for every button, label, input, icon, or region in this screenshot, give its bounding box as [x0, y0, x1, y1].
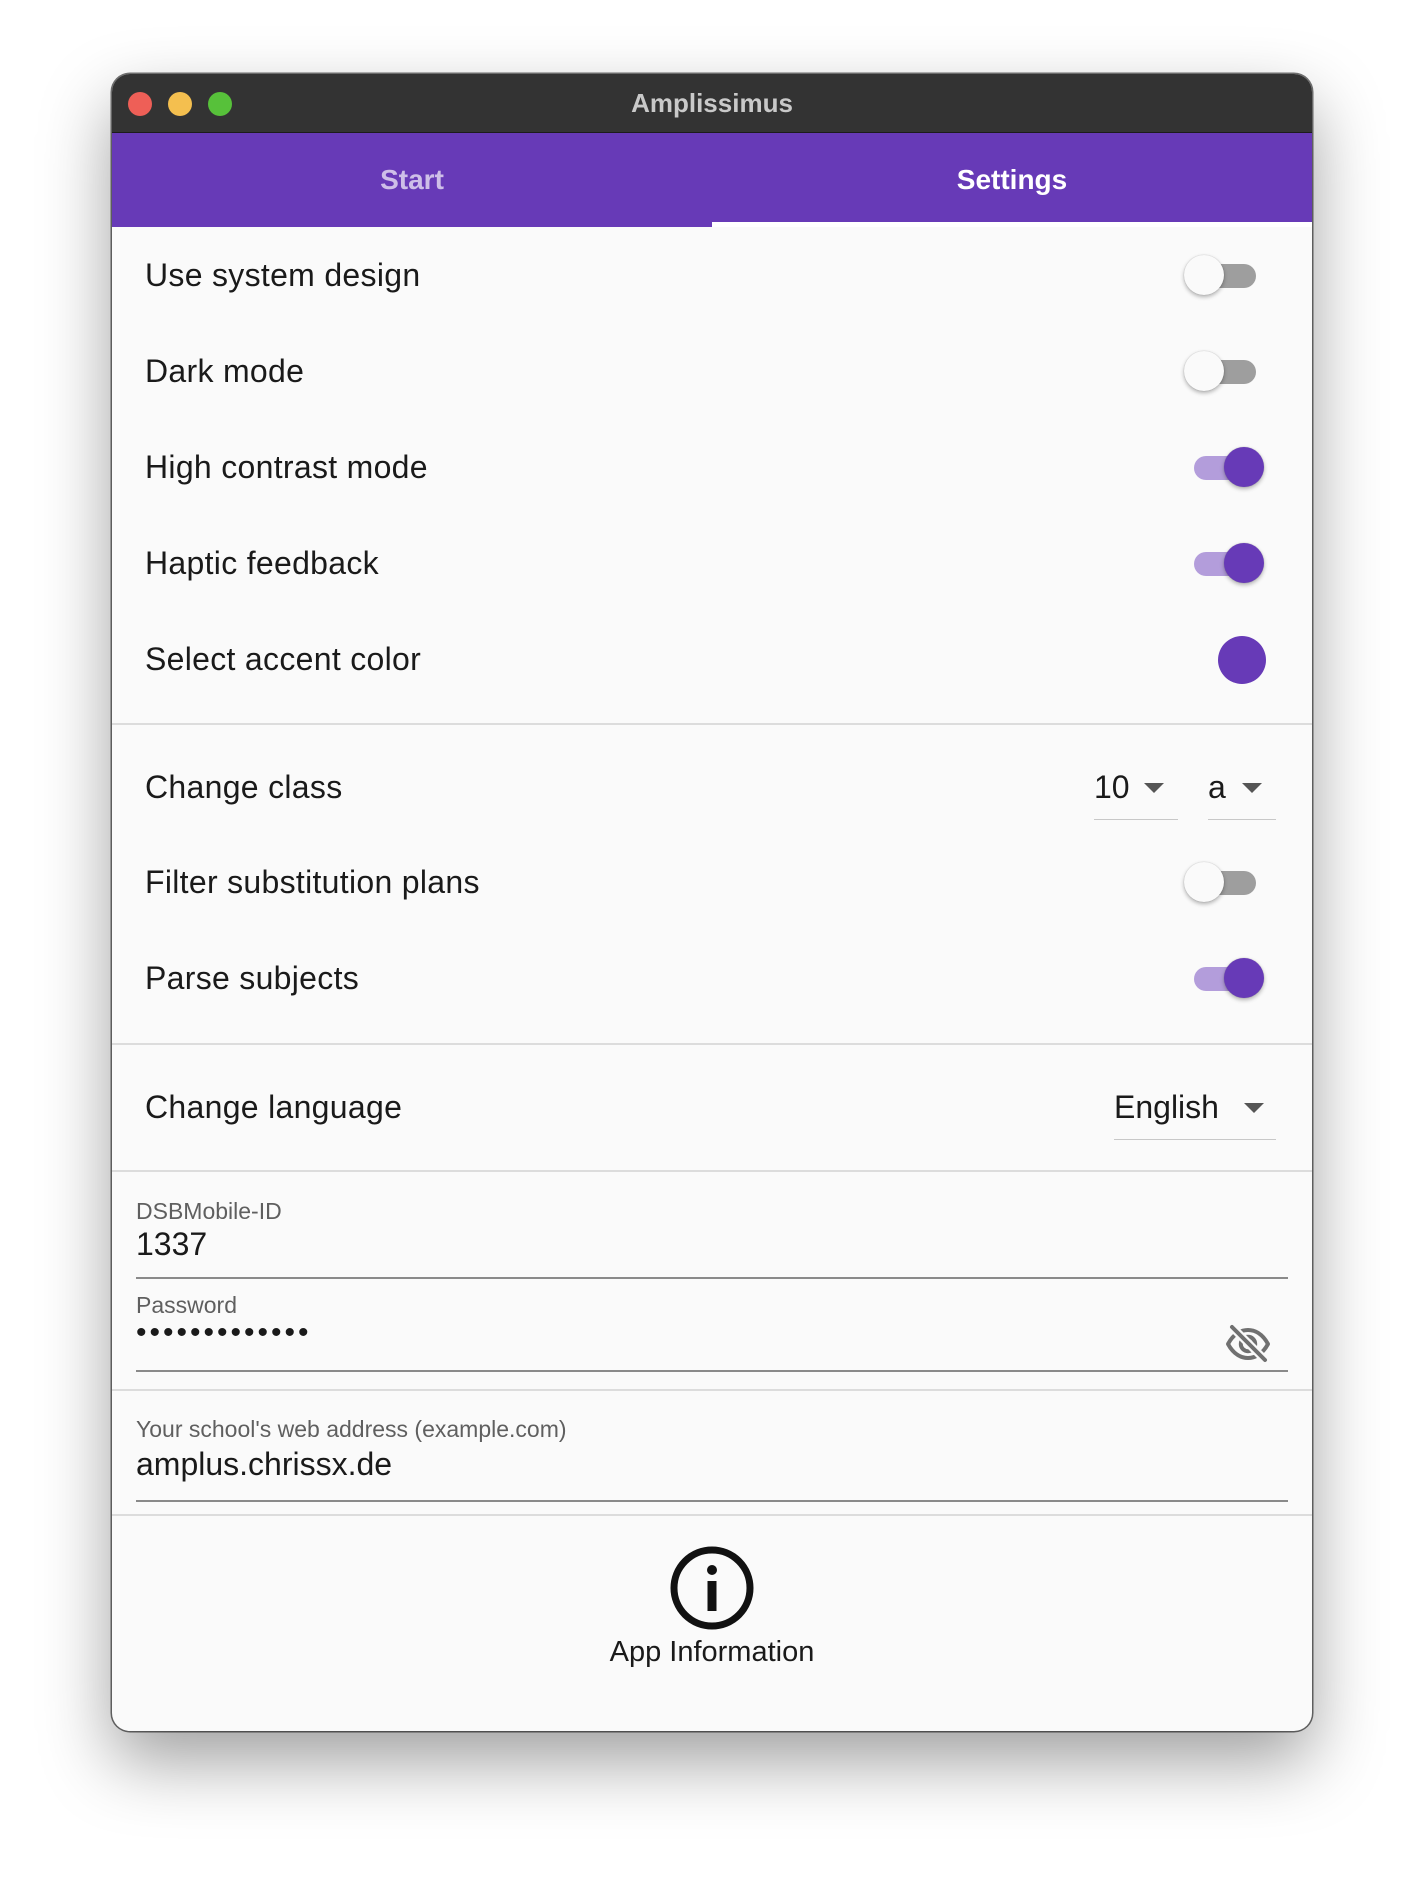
- dropdown-arrow-icon: [1242, 783, 1262, 793]
- password-field[interactable]: Password •••••••••••••: [136, 1292, 1288, 1372]
- dropdown-arrow-icon: [1244, 1103, 1264, 1113]
- class-letter-dropdown[interactable]: a: [1208, 763, 1276, 820]
- switch-thumb: [1224, 958, 1264, 998]
- dark-mode-switch[interactable]: [1184, 347, 1264, 395]
- switch-thumb: [1224, 543, 1264, 583]
- dsbmobile-id-field[interactable]: DSBMobile-ID 1337: [136, 1198, 1288, 1279]
- switch-thumb: [1184, 351, 1224, 391]
- dropdown-value: a: [1208, 769, 1226, 805]
- dropdown-arrow-icon: [1144, 783, 1164, 793]
- tab-start[interactable]: Start: [112, 133, 712, 227]
- setting-parse-subjects[interactable]: Parse subjects: [112, 930, 1312, 1026]
- switch-thumb: [1184, 255, 1224, 295]
- switch-thumb: [1184, 862, 1224, 902]
- setting-label: Change class: [145, 769, 343, 805]
- use-system-design-switch[interactable]: [1184, 251, 1264, 299]
- high-contrast-mode-switch[interactable]: [1184, 443, 1264, 491]
- section-divider: [112, 1514, 1312, 1516]
- setting-haptic-feedback[interactable]: Haptic feedback: [112, 515, 1312, 611]
- tab-settings[interactable]: Settings: [712, 133, 1312, 227]
- class-grade-dropdown[interactable]: 10: [1094, 763, 1178, 820]
- section-divider: [112, 1170, 1312, 1172]
- dropdown-value: English: [1114, 1089, 1219, 1125]
- field-label: Your school's web address (example.com): [136, 1416, 567, 1442]
- setting-label: Filter substitution plans: [145, 864, 480, 900]
- filter-substitution-plans-switch[interactable]: [1184, 858, 1264, 906]
- setting-label: Change language: [145, 1089, 403, 1125]
- setting-high-contrast-mode[interactable]: High contrast mode: [112, 419, 1312, 515]
- setting-label: Select accent color: [145, 641, 422, 677]
- setting-label: Parse subjects: [145, 960, 360, 996]
- field-value: amplus.chrissx.de: [136, 1446, 393, 1482]
- setting-label: High contrast mode: [145, 449, 428, 485]
- accent-color-swatch[interactable]: [1218, 636, 1266, 684]
- setting-change-language: Change language English: [112, 1059, 1312, 1155]
- setting-label: Haptic feedback: [145, 545, 379, 581]
- section-divider: [112, 1043, 1312, 1045]
- setting-filter-substitution-plans[interactable]: Filter substitution plans: [112, 834, 1312, 930]
- field-label: DSBMobile-ID: [136, 1198, 282, 1224]
- app-information-label[interactable]: App Information: [112, 1632, 1312, 1672]
- field-value: 1337: [136, 1226, 208, 1262]
- school-web-address-field[interactable]: Your school's web address (example.com) …: [136, 1416, 1288, 1502]
- field-value: •••••••••••••: [136, 1316, 312, 1349]
- haptic-feedback-switch[interactable]: [1184, 539, 1264, 587]
- setting-change-class: Change class 10 a: [112, 739, 1312, 835]
- section-divider: [112, 723, 1312, 725]
- setting-label: Dark mode: [145, 353, 305, 389]
- visibility-off-icon[interactable]: [1224, 1320, 1272, 1368]
- field-label: Password: [136, 1292, 237, 1318]
- title-bar: Amplissimus: [112, 74, 1312, 133]
- setting-select-accent-color[interactable]: Select accent color: [112, 611, 1312, 707]
- window-title: Amplissimus: [631, 88, 793, 118]
- parse-subjects-switch[interactable]: [1184, 954, 1264, 1002]
- section-divider: [112, 1389, 1312, 1391]
- tab-bar: Start Settings: [112, 133, 1312, 227]
- setting-dark-mode[interactable]: Dark mode: [112, 323, 1312, 419]
- dropdown-value: 10: [1094, 769, 1130, 805]
- language-dropdown[interactable]: English: [1114, 1083, 1276, 1140]
- app-window: Amplissimus Start Settings Use system de…: [112, 74, 1312, 1731]
- switch-thumb: [1224, 447, 1264, 487]
- setting-use-system-design[interactable]: Use system design: [112, 227, 1312, 323]
- info-icon[interactable]: [668, 1544, 756, 1632]
- setting-label: Use system design: [145, 257, 421, 293]
